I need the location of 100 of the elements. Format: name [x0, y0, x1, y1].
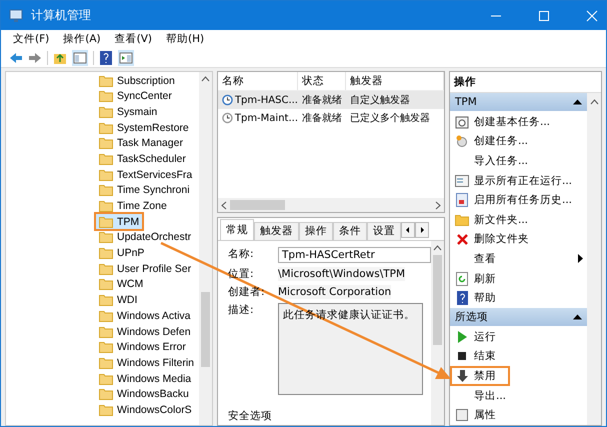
action-item[interactable]: 新文件夹...	[450, 210, 587, 230]
tree-item[interactable]: TextServicesFra	[96, 167, 196, 182]
action-item[interactable]: 删除文件夹	[450, 230, 587, 250]
action-item[interactable]: 启用所有任务历史...	[450, 190, 587, 210]
action-item[interactable]: 帮助	[450, 288, 587, 308]
action-item[interactable]: 导出...	[450, 386, 587, 406]
tab[interactable]: 设置	[367, 222, 401, 240]
action-item[interactable]: 属性	[450, 405, 587, 425]
menu-item[interactable]: 查看(V)	[114, 32, 152, 49]
tree-item[interactable]: WDI	[96, 292, 140, 308]
field-label: 描述:	[228, 303, 255, 317]
scrollbar-thumb[interactable]	[230, 200, 285, 210]
collapse-icon[interactable]	[573, 99, 582, 105]
folder-icon	[99, 200, 113, 212]
action-item[interactable]: 显示所有正在运行...	[450, 170, 587, 190]
tree-item[interactable]: Sysmain	[96, 104, 160, 120]
submenu-arrow-icon	[578, 254, 583, 264]
tab[interactable]: 触发器	[254, 222, 299, 240]
scrollbar-thumb[interactable]	[201, 292, 210, 367]
field-value: Microsoft Corporation	[278, 285, 392, 299]
tree-item[interactable]: SystemRestore	[96, 120, 192, 136]
table-cell-text: 已定义多个触发器	[349, 112, 431, 125]
tab[interactable]: 常规	[220, 219, 254, 240]
section-label: 安全选项	[228, 409, 273, 423]
tab[interactable]: 操作	[299, 222, 333, 240]
clock-icon	[222, 94, 233, 106]
tree-item[interactable]: WCM	[96, 276, 146, 292]
table-cell-text: 准备就绪	[301, 94, 343, 107]
tree-item[interactable]: TaskScheduler	[96, 151, 189, 166]
help-icon[interactable]	[99, 50, 113, 66]
folder-up-icon[interactable]	[53, 51, 67, 65]
action-item[interactable]: 禁用	[450, 366, 510, 386]
collapse-icon[interactable]	[573, 314, 582, 320]
tree-item[interactable]: UPnP	[96, 246, 148, 261]
maximize-icon[interactable]	[538, 10, 550, 22]
tree-item[interactable]: TPM	[96, 214, 142, 230]
action-item[interactable]: 查看	[450, 249, 587, 269]
tree-item[interactable]: Time Synchroni	[96, 182, 193, 198]
tab[interactable]: 条件	[333, 222, 367, 240]
action-item[interactable]: 导入任务...	[450, 151, 587, 171]
scrollbar[interactable]	[431, 241, 444, 425]
tree-item[interactable]: Task Manager	[96, 136, 186, 151]
table-cell: Tpm-HASC...	[234, 94, 298, 106]
tree-item[interactable]: Windows Media	[96, 371, 194, 386]
action-item[interactable]: 创建基本任务...	[450, 112, 587, 132]
action-item[interactable]: 刷新	[450, 268, 587, 288]
folder-icon	[99, 388, 113, 400]
back-arrow-icon[interactable]	[9, 52, 23, 64]
folder-icon	[99, 356, 113, 369]
tree-item[interactable]: User Profile Ser	[96, 261, 194, 276]
action-item[interactable]: 运行	[450, 326, 587, 347]
folder-icon	[455, 214, 469, 226]
document-icon	[456, 193, 468, 208]
tree-item[interactable]: WindowsBacku	[96, 386, 192, 402]
tree-item[interactable]: Windows Error	[96, 340, 189, 355]
folder-icon	[99, 310, 113, 322]
tree-item[interactable]: UpdateOrchestr	[96, 230, 194, 245]
scrollbar[interactable]	[587, 93, 601, 425]
computer-icon	[9, 8, 25, 22]
help-icon	[456, 291, 468, 306]
folder-icon	[99, 404, 113, 416]
name-field[interactable]: Tpm-HASCertRetr	[278, 247, 431, 263]
folder-icon	[99, 341, 113, 354]
folder-icon	[99, 216, 113, 228]
column-header[interactable]: 触发器	[346, 72, 444, 90]
action-item[interactable]: 创建任务...	[450, 132, 587, 152]
tree-item[interactable]: Windows Activa	[96, 308, 194, 324]
field-value: \Microsoft\Windows\TPM	[278, 267, 406, 281]
pane-icon[interactable]	[118, 50, 134, 66]
column-header[interactable]: 状态	[298, 72, 346, 90]
tree-item[interactable]: Subscription	[96, 73, 178, 88]
task-row[interactable]: Tpm-HASC... 准备就绪 自定义触发器	[218, 91, 444, 109]
table-cell: Tpm-Maint...	[234, 112, 298, 124]
folder-icon	[99, 262, 113, 275]
tree-item[interactable]: SyncCenter	[96, 88, 175, 104]
calendar-clock-icon	[455, 114, 469, 129]
clock-icon	[456, 135, 468, 148]
down-arrow-icon	[456, 370, 468, 382]
scrollbar[interactable]	[218, 198, 444, 212]
scrollbar-thumb[interactable]	[433, 255, 442, 345]
scrollbar[interactable]	[199, 72, 212, 425]
column-header[interactable]: 名称	[218, 72, 298, 90]
folder-icon	[99, 247, 113, 260]
tree-item[interactable]: Windows Filterin	[96, 355, 198, 370]
window-title: 计算机管理	[31, 7, 91, 24]
pane-icon[interactable]	[72, 50, 88, 66]
tree-item[interactable]: Time Zone	[96, 198, 170, 214]
folder-icon	[99, 152, 113, 165]
action-item[interactable]: 结束	[450, 346, 587, 366]
menu-item[interactable]: 操作(A)	[63, 32, 101, 49]
table-cell-text: 自定义触发器	[349, 94, 411, 107]
tree-item[interactable]: WindowsColorS	[96, 402, 195, 418]
menu-item[interactable]: 文件(F)	[13, 32, 50, 49]
group-header[interactable]: 所选项	[450, 308, 587, 326]
forward-arrow-icon[interactable]	[28, 52, 42, 64]
task-row[interactable]: Tpm-Maint... 准备就绪 已定义多个触发器	[218, 109, 444, 127]
tree-item[interactable]: Windows Defen	[96, 324, 194, 339]
group-header[interactable]: TPM	[450, 93, 587, 111]
menu-item[interactable]: 帮助(H)	[166, 32, 204, 49]
close-icon[interactable]	[586, 10, 598, 22]
